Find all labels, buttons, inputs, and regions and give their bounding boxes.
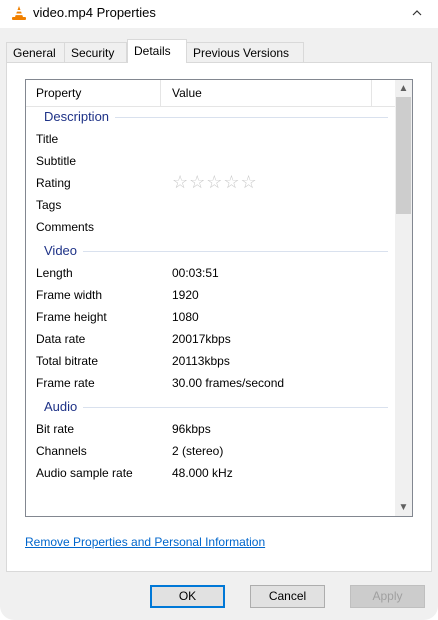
property-value: 2 (stereo) [172,444,224,458]
vlc-cone-icon [12,6,26,20]
window-title: video.mp4 Properties [33,5,156,20]
list-item[interactable]: Total bitrate 20113kbps [26,350,396,372]
property-value: 20113kbps [172,354,230,368]
property-value: 30.00 frames/second [172,376,285,390]
scrollbar-thumb[interactable] [396,97,411,214]
group-header-video: Video [26,240,396,262]
column-header-value[interactable]: Value [172,86,202,100]
group-divider [44,407,388,408]
chevron-down-icon[interactable]: ▼ [395,499,412,516]
group-header-description: Description [26,106,396,128]
column-divider[interactable] [371,80,372,106]
title-bar: video.mp4 Properties [0,0,438,28]
list-item[interactable]: Channels 2 (stereo) [26,440,396,462]
list-item[interactable]: Audio sample rate 48.000 kHz [26,462,396,484]
tab-general[interactable]: General [6,42,65,62]
property-name: Subtitle [36,154,77,168]
tab-security[interactable]: Security [64,42,127,62]
property-name: Total bitrate [36,354,99,368]
column-divider[interactable] [160,80,161,106]
property-value: 1920 [172,288,199,302]
property-value: 1080 [172,310,199,324]
details-panel: Property Value Description Title Subtitl… [6,62,432,572]
list-item[interactable]: Frame width 1920 [26,284,396,306]
property-value: 20017kbps [172,332,231,346]
property-name: Bit rate [36,422,75,436]
cancel-button[interactable]: Cancel [250,585,325,608]
group-header-audio: Audio [26,396,396,418]
property-value: 96kbps [172,422,211,436]
rating-stars[interactable]: ☆☆☆☆☆ [172,172,258,193]
property-name: Tags [36,198,62,212]
group-label: Video [44,243,84,258]
column-header-property[interactable]: Property [36,86,81,100]
property-name: Rating [36,176,71,190]
vertical-scrollbar[interactable]: ▲ ▼ [395,80,412,516]
property-name: Comments [36,220,95,234]
property-name: Channels [36,444,87,458]
property-name: Length [36,266,73,280]
property-value: 48.000 kHz [172,466,233,480]
property-name: Data rate [36,332,86,346]
ok-button[interactable]: OK [150,585,225,608]
chevron-up-icon[interactable] [410,6,424,20]
list-item[interactable]: Rating ☆☆☆☆☆ [26,172,396,194]
list-header: Property Value [26,80,396,107]
list-item[interactable]: Data rate 20017kbps [26,328,396,350]
property-name: Audio sample rate [36,466,133,480]
group-label: Description [44,109,116,124]
chevron-up-icon[interactable]: ▲ [395,80,412,97]
properties-dialog: video.mp4 Properties General Security De… [0,0,438,620]
property-name: Frame width [36,288,103,302]
properties-list[interactable]: Property Value Description Title Subtitl… [25,79,413,517]
list-item[interactable]: Length 00:03:51 [26,262,396,284]
tab-details[interactable]: Details [127,39,187,63]
property-value: 00:03:51 [172,266,219,280]
list-item[interactable]: Comments [26,216,396,238]
list-item[interactable]: Tags [26,194,396,216]
property-name: Frame height [36,310,107,324]
group-divider [44,251,388,252]
apply-button[interactable]: Apply [350,585,425,608]
list-item[interactable]: Bit rate 96kbps [26,418,396,440]
list-item[interactable]: Subtitle [26,150,396,172]
list-item[interactable]: Frame height 1080 [26,306,396,328]
remove-properties-link[interactable]: Remove Properties and Personal Informati… [25,535,265,549]
property-name: Title [36,132,59,146]
list-item[interactable]: Title [26,128,396,150]
group-label: Audio [44,399,84,414]
property-name: Frame rate [36,376,95,390]
list-item[interactable]: Frame rate 30.00 frames/second [26,372,396,394]
tab-previous-versions[interactable]: Previous Versions [186,42,304,62]
